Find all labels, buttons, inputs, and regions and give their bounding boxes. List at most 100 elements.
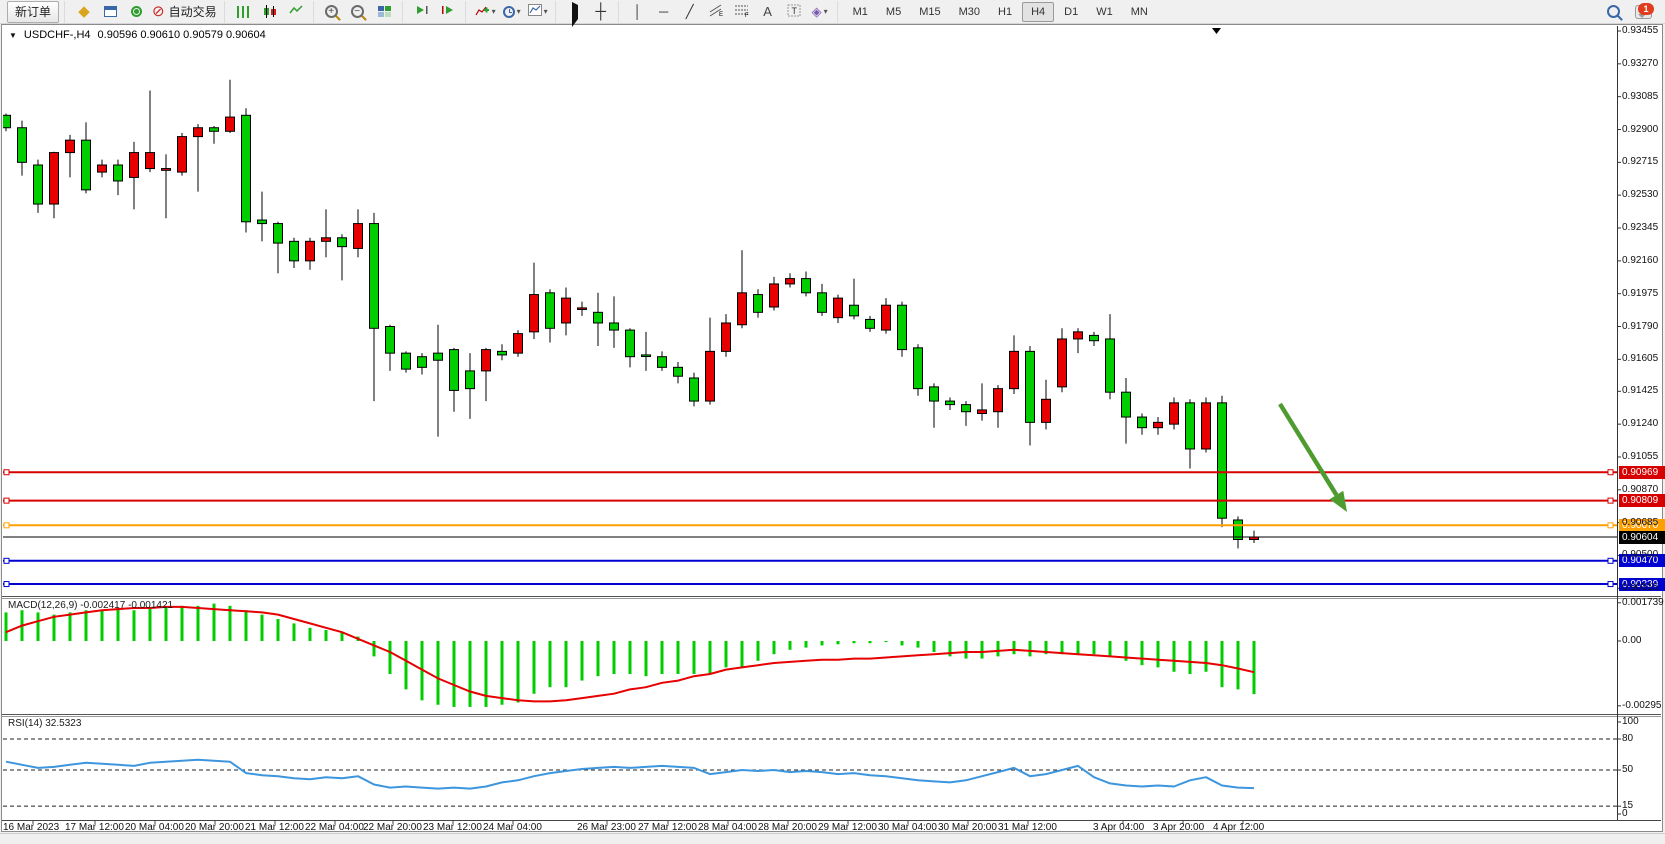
vertical-line-icon[interactable]: │ xyxy=(626,2,650,22)
search-render xyxy=(1607,5,1620,18)
macd-bar xyxy=(853,641,856,643)
trendline-icon[interactable]: ╱ xyxy=(678,2,702,22)
candle xyxy=(82,122,91,193)
timeframe-button-d1[interactable]: D1 xyxy=(1056,3,1086,21)
candle xyxy=(498,344,507,360)
line-handle[interactable] xyxy=(1608,498,1613,503)
chart-ohlc-quotes: 0.90596 0.90610 0.90579 0.90604 xyxy=(98,29,266,41)
zoom-out-icon[interactable]: − xyxy=(347,2,371,22)
tile-windows-icon[interactable] xyxy=(373,2,397,22)
macd-bar xyxy=(437,641,440,705)
macd-bar xyxy=(1093,641,1096,654)
indicators-render xyxy=(475,4,490,20)
candle xyxy=(210,126,219,144)
candle xyxy=(946,398,955,410)
cursor-icon[interactable] xyxy=(563,2,587,22)
candle xyxy=(1170,398,1179,430)
vline-render: │ xyxy=(634,5,642,18)
candle xyxy=(658,351,667,371)
text-icon[interactable]: A xyxy=(756,2,780,22)
candle xyxy=(130,142,139,209)
macd-bar xyxy=(37,612,40,641)
line-handle[interactable] xyxy=(1608,523,1613,528)
chart-shift-icon[interactable] xyxy=(436,2,460,22)
candle xyxy=(338,234,347,280)
candle xyxy=(1026,346,1035,445)
macd-bar xyxy=(661,641,664,674)
macd-bar xyxy=(709,641,712,674)
crosshair-icon[interactable]: ┼ xyxy=(589,2,613,22)
timeframe-button-h4[interactable]: H4 xyxy=(1022,2,1054,22)
line-handle[interactable] xyxy=(1608,470,1613,475)
timeframe-button-mn[interactable]: MN xyxy=(1123,3,1156,21)
candlestick-chart-icon[interactable] xyxy=(258,2,282,22)
text-render: A xyxy=(763,5,772,18)
macd-bar xyxy=(997,641,1000,656)
timeframe-button-h1[interactable]: H1 xyxy=(990,3,1020,21)
candle xyxy=(482,348,491,401)
templates-icon[interactable]: ▾ xyxy=(526,2,550,22)
notifications-icon[interactable]: 1 xyxy=(1630,2,1656,22)
line-handle[interactable] xyxy=(4,582,9,587)
macd-bar xyxy=(405,641,408,689)
candle xyxy=(114,160,123,195)
indicators-icon[interactable]: ▾ xyxy=(473,2,498,22)
shift-render xyxy=(441,4,455,19)
chart-collapse-icon[interactable]: ▼ xyxy=(9,31,17,40)
line-handle[interactable] xyxy=(4,523,9,528)
horizontal-line-icon[interactable]: ─ xyxy=(652,2,676,22)
mt4-window: 新订单◆⊘自动交易+−▾▾▾┼│─╱EFAT◈▾M1M5M15M30H1H4D1… xyxy=(0,0,1665,844)
macd-bar xyxy=(453,641,456,707)
arrows-icon[interactable]: ◈▾ xyxy=(808,2,832,22)
zoom-in-icon[interactable]: + xyxy=(321,2,345,22)
trendline-render: ╱ xyxy=(686,5,694,18)
search-icon[interactable] xyxy=(1602,2,1628,22)
candle xyxy=(306,238,315,270)
macd-bar xyxy=(373,641,376,656)
timeframe-button-m1[interactable]: M1 xyxy=(845,3,876,21)
candle xyxy=(370,213,379,401)
tile-render xyxy=(378,6,391,17)
macd-bar xyxy=(565,641,568,687)
annotation-arrow-line[interactable] xyxy=(1280,404,1336,495)
hline-render: ─ xyxy=(659,5,668,18)
rsi-line xyxy=(6,760,1254,789)
line-handle[interactable] xyxy=(4,470,9,475)
macd-bar xyxy=(149,608,152,641)
macd-bar xyxy=(1077,641,1080,654)
toolbar-group: │ ─ ╱ EFAT◈▾ xyxy=(618,1,837,23)
candle xyxy=(978,383,987,420)
market-watch-icon[interactable]: ◆ xyxy=(72,2,96,22)
autotrade-button[interactable]: ⊘自动交易 xyxy=(150,2,219,22)
timeframe-button-m15[interactable]: M15 xyxy=(911,3,948,21)
market-watch-render: ◆ xyxy=(78,4,90,19)
line-handle[interactable] xyxy=(4,558,9,563)
text-label-icon[interactable]: T xyxy=(782,2,806,22)
periods-icon[interactable]: ▾ xyxy=(500,2,524,22)
candle xyxy=(850,279,859,320)
candle xyxy=(962,401,971,426)
signal-icon[interactable] xyxy=(124,2,148,22)
timeframe-button-m30[interactable]: M30 xyxy=(951,3,988,21)
timeframe-button-w1[interactable]: W1 xyxy=(1088,3,1121,21)
new-order-button[interactable]: 新订单 xyxy=(7,1,59,23)
bar-chart-icon[interactable] xyxy=(232,2,256,22)
auto-scroll-icon[interactable] xyxy=(410,2,434,22)
macd-bar xyxy=(741,641,744,667)
fibonacci-icon[interactable]: F xyxy=(730,2,754,22)
macd-bar xyxy=(581,641,584,681)
chart-window-icon[interactable] xyxy=(98,2,122,22)
macd-bar xyxy=(837,641,840,644)
line-handle[interactable] xyxy=(1608,582,1613,587)
line-handle[interactable] xyxy=(1608,558,1613,563)
chart-symbol-period: USDCHF-,H4 xyxy=(24,29,91,41)
candle xyxy=(1234,516,1243,548)
macd-bar xyxy=(805,641,808,648)
macd-histogram xyxy=(5,604,1256,707)
channel-icon[interactable]: E xyxy=(704,2,728,22)
line-chart-icon[interactable] xyxy=(284,2,308,22)
timeframe-button-m5[interactable]: M5 xyxy=(878,3,909,21)
candle xyxy=(1154,417,1163,435)
macd-bar xyxy=(1141,641,1144,665)
line-handle[interactable] xyxy=(4,498,9,503)
